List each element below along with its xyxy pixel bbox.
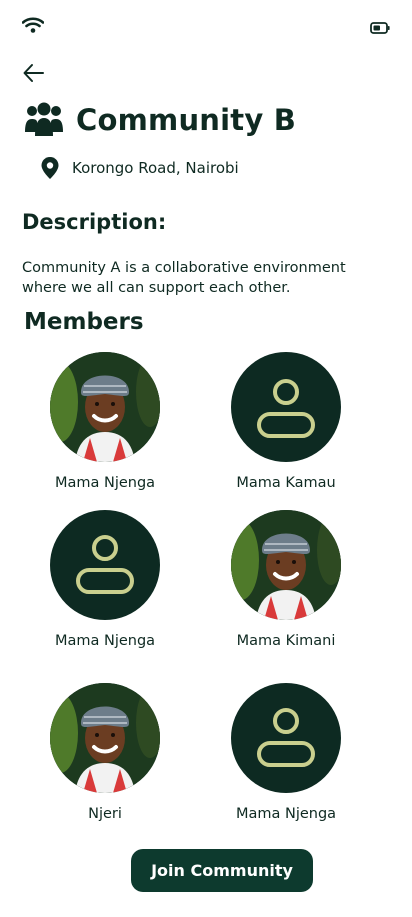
user-icon [76, 535, 134, 594]
member-name: Njeri [88, 806, 122, 822]
member-name: Mama Kimani [236, 633, 336, 649]
member-card[interactable]: Mama Njenga [30, 510, 180, 649]
battery-icon [370, 22, 390, 34]
join-community-button[interactable]: Join Community [131, 849, 313, 892]
description-text: Community A is a collaborative environme… [22, 260, 346, 296]
user-icon [257, 379, 315, 438]
member-card[interactable]: Mama Kimani [211, 510, 361, 649]
map-pin-icon [41, 157, 59, 179]
member-name: Mama Njenga [54, 475, 156, 491]
page-title: Community B [76, 103, 297, 137]
member-card[interactable]: Mama Njenga [30, 352, 180, 491]
member-photo [231, 510, 341, 620]
avatar [231, 510, 341, 620]
member-card[interactable]: Mama Kamau [211, 352, 361, 491]
avatar [231, 683, 341, 793]
member-card[interactable]: Mama Njenga [211, 683, 361, 822]
member-photo [50, 683, 160, 793]
avatar [50, 352, 160, 462]
member-name: Mama Njenga [54, 633, 156, 649]
user-icon [257, 708, 315, 767]
location-text: Korongo Road, Nairobi [72, 159, 239, 177]
description-heading: Description: [22, 210, 167, 234]
page-header: Community B [24, 100, 296, 140]
avatar [231, 352, 341, 462]
arrow-left-icon[interactable] [22, 62, 46, 84]
avatar [50, 510, 160, 620]
people-group-icon [25, 102, 63, 136]
member-name: Mama Njenga [235, 806, 337, 822]
avatar [50, 683, 160, 793]
location: Korongo Road, Nairobi [40, 156, 239, 180]
members-heading: Members [24, 309, 144, 335]
member-photo [50, 352, 160, 462]
status-bar [0, 14, 412, 44]
wifi-icon [22, 17, 44, 33]
member-card[interactable]: Njeri [30, 683, 180, 822]
member-name: Mama Kamau [236, 475, 336, 491]
